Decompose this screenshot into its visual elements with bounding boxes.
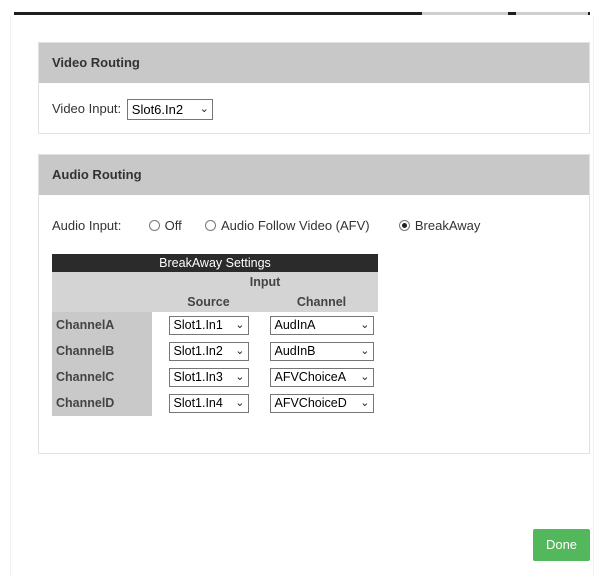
- video-input-select[interactable]: Slot6.In2 ⌄: [126, 99, 213, 120]
- source-cell: Slot1.In2 ⌄: [152, 338, 265, 364]
- source-value: Slot1.In2: [173, 343, 223, 358]
- row-label-channel-b: ChannelB: [52, 338, 152, 364]
- channel-cell: AFVChoiceA ⌄: [265, 364, 378, 390]
- source-select-channel-b[interactable]: Slot1.In2 ⌄: [168, 341, 249, 361]
- channel-select-channel-d[interactable]: AFVChoiceD ⌄: [269, 393, 374, 413]
- chevron-down-icon: ⌄: [360, 370, 370, 383]
- video-routing-title: Video Routing: [39, 43, 589, 83]
- chevron-down-icon: ⌄: [235, 396, 245, 409]
- audio-option-label: BreakAway: [414, 218, 481, 233]
- channel-cell: AudInB ⌄: [265, 338, 378, 364]
- row-label-channel-c: ChannelC: [52, 364, 152, 390]
- channel-value: AFVChoiceD: [274, 395, 347, 410]
- audio-routing-title: Audio Routing: [39, 155, 589, 195]
- channel-select-channel-a[interactable]: AudInA ⌄: [269, 315, 374, 335]
- audio-option-label: Off: [164, 218, 182, 233]
- chevron-down-icon: ⌄: [235, 318, 245, 331]
- source-select-channel-a[interactable]: Slot1.In1 ⌄: [168, 315, 249, 335]
- top-strip: [14, 12, 590, 15]
- channel-select-channel-c[interactable]: AFVChoiceA ⌄: [269, 367, 374, 387]
- done-button[interactable]: Done: [533, 529, 590, 561]
- top-strip-mark: [516, 12, 588, 15]
- video-input-label: Video Input:: [52, 100, 122, 116]
- audio-option-off[interactable]: Off: [148, 218, 186, 233]
- chevron-down-icon: ⌄: [199, 103, 209, 115]
- video-input-row: Video Input: Slot6.In2 ⌄: [52, 99, 213, 120]
- radio-icon[interactable]: [148, 220, 160, 232]
- audio-input-row: Audio Input: Off Audio Follow Video (AFV…: [52, 216, 480, 236]
- radio-icon[interactable]: [205, 220, 216, 232]
- breakaway-settings-title: BreakAway Settings: [52, 254, 378, 272]
- channel-value: AudInA: [274, 317, 316, 332]
- channel-value: AFVChoiceA: [274, 369, 347, 384]
- audio-routing-panel: Audio Routing Audio Input: Off Audio Fol…: [38, 154, 590, 454]
- row-label-channel-a: ChannelA: [52, 312, 152, 338]
- source-select-channel-c[interactable]: Slot1.In3 ⌄: [168, 367, 249, 387]
- chevron-down-icon: ⌄: [235, 344, 245, 357]
- source-cell: Slot1.In3 ⌄: [152, 364, 265, 390]
- source-column-header: Source: [187, 295, 230, 309]
- audio-option-afv[interactable]: Audio Follow Video (AFV): [205, 218, 373, 233]
- input-group-header: Input: [249, 275, 281, 289]
- video-input-value: Slot6.In2: [131, 102, 184, 117]
- source-cell: Slot1.In1 ⌄: [152, 312, 265, 338]
- row-label-channel-d: ChannelD: [52, 390, 152, 416]
- audio-option-label: Audio Follow Video (AFV): [221, 218, 370, 233]
- breakaway-settings-table: BreakAway Settings Input Source Channel …: [52, 254, 378, 416]
- source-cell: Slot1.In4 ⌄: [152, 390, 265, 416]
- channel-cell: AudInA ⌄: [265, 312, 378, 338]
- chevron-down-icon: ⌄: [360, 396, 370, 409]
- channel-value: AudInB: [274, 343, 316, 358]
- corner-cell: [52, 292, 152, 312]
- source-value: Slot1.In4: [173, 395, 223, 410]
- input-group-spacer: [52, 272, 152, 292]
- chevron-down-icon: ⌄: [360, 344, 370, 357]
- audio-option-breakaway[interactable]: BreakAway: [398, 218, 481, 233]
- source-value: Slot1.In3: [173, 369, 223, 384]
- source-select-channel-d[interactable]: Slot1.In4 ⌄: [168, 393, 249, 413]
- source-value: Slot1.In1: [173, 317, 223, 332]
- chevron-down-icon: ⌄: [235, 370, 245, 383]
- radio-icon[interactable]: [398, 220, 410, 232]
- video-routing-panel: Video Routing Video Input: Slot6.In2 ⌄: [38, 42, 590, 134]
- channel-select-channel-b[interactable]: AudInB ⌄: [269, 341, 374, 361]
- channel-column-header: Channel: [296, 295, 347, 309]
- channel-cell: AFVChoiceD ⌄: [265, 390, 378, 416]
- chevron-down-icon: ⌄: [360, 318, 370, 331]
- audio-input-label: Audio Input:: [52, 218, 122, 233]
- top-strip-mark: [422, 12, 508, 15]
